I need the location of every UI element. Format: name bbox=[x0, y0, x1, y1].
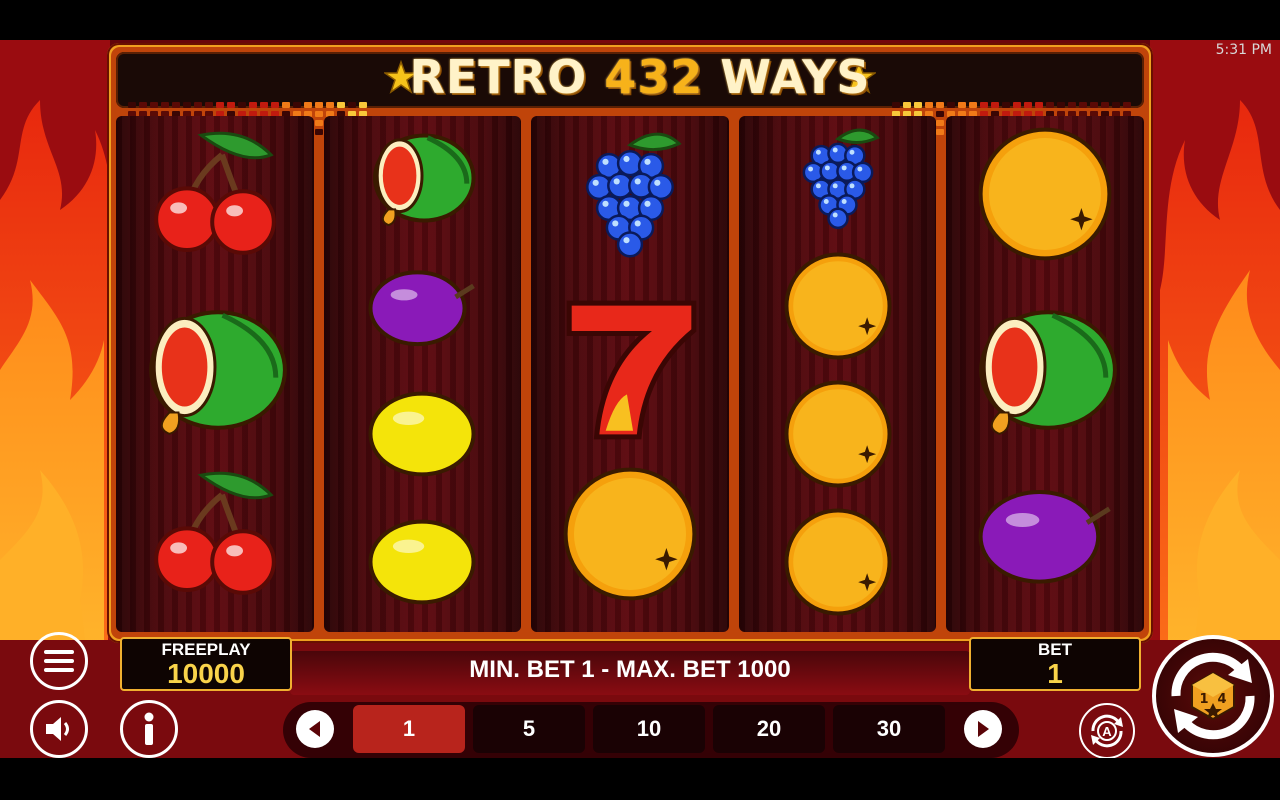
orange-symbol bbox=[946, 124, 1144, 264]
sound-button[interactable] bbox=[30, 700, 88, 758]
grapes-symbol bbox=[739, 122, 937, 234]
freeplay-label: FREEPLAY bbox=[161, 640, 251, 659]
watermelon-symbol bbox=[324, 122, 522, 234]
bet-limits: MIN. BET 1 - MAX. BET 1000 bbox=[469, 656, 791, 683]
bottom-black-bar bbox=[0, 758, 1280, 800]
lemon-symbol bbox=[324, 506, 522, 618]
autoplay-a-icon: A bbox=[1091, 714, 1123, 748]
bet-value: 1 bbox=[1047, 658, 1063, 689]
info-icon bbox=[144, 712, 154, 745]
grapes-symbol bbox=[531, 124, 729, 264]
reels bbox=[116, 116, 1144, 632]
chevron-left-icon bbox=[309, 721, 320, 737]
reel-1 bbox=[116, 116, 314, 632]
bet-option-20[interactable]: 20 bbox=[713, 705, 825, 753]
top-black-bar bbox=[0, 0, 1280, 40]
bet-option-1[interactable]: 1 bbox=[353, 705, 465, 753]
reel-5 bbox=[946, 116, 1144, 632]
bet-label: BET bbox=[1038, 640, 1072, 659]
orange-symbol bbox=[739, 378, 937, 490]
info-button[interactable] bbox=[120, 700, 178, 758]
freeplay-balance: FREEPLAY 10000 bbox=[120, 637, 292, 691]
orange-symbol bbox=[739, 506, 937, 618]
svg-text:1: 1 bbox=[1199, 692, 1208, 707]
watermelon-symbol bbox=[946, 294, 1144, 446]
plum-symbol bbox=[324, 250, 522, 362]
speaker-icon bbox=[46, 717, 69, 741]
watermelon-symbol bbox=[116, 294, 314, 446]
bet-option-5[interactable]: 5 bbox=[473, 705, 585, 753]
bet-option-10[interactable]: 10 bbox=[593, 705, 705, 753]
autoplay-button[interactable]: A bbox=[1079, 703, 1135, 758]
orange-symbol bbox=[739, 250, 937, 362]
game-title: RETRO 432 WAYS bbox=[0, 50, 1280, 104]
svg-text:4: 4 bbox=[1217, 692, 1226, 707]
bet-prev-button[interactable] bbox=[296, 710, 334, 748]
svg-text:A: A bbox=[1102, 724, 1112, 739]
spin-button[interactable]: 1 4 bbox=[1152, 635, 1274, 757]
title-prefix: RETRO bbox=[409, 50, 588, 104]
cherries-symbol bbox=[116, 464, 314, 604]
title-suffix: WAYS bbox=[720, 50, 871, 104]
cherries-symbol bbox=[116, 124, 314, 264]
reel-3 bbox=[531, 116, 729, 632]
title-number: 432 bbox=[604, 50, 704, 104]
orange-symbol bbox=[531, 464, 729, 604]
freeplay-value: 10000 bbox=[167, 658, 245, 689]
lemon-symbol bbox=[324, 378, 522, 490]
seven-symbol bbox=[531, 294, 729, 446]
menu-button[interactable] bbox=[30, 632, 88, 690]
chevron-right-icon bbox=[978, 721, 989, 737]
reel-4 bbox=[738, 116, 937, 632]
bet-display: BET 1 bbox=[969, 637, 1141, 691]
reel-2 bbox=[323, 116, 522, 632]
bet-next-button[interactable] bbox=[964, 710, 1002, 748]
spin-arrows-icon: 1 4 bbox=[1171, 652, 1255, 740]
bet-option-30[interactable]: 30 bbox=[833, 705, 945, 753]
status-time: 5:31 PM bbox=[1215, 42, 1272, 58]
game-area: RETRO 432 WAYS MIN. BET 1 - MAX. BET 100… bbox=[0, 40, 1280, 758]
plum-symbol bbox=[946, 464, 1144, 604]
hamburger-menu-icon bbox=[44, 650, 74, 672]
